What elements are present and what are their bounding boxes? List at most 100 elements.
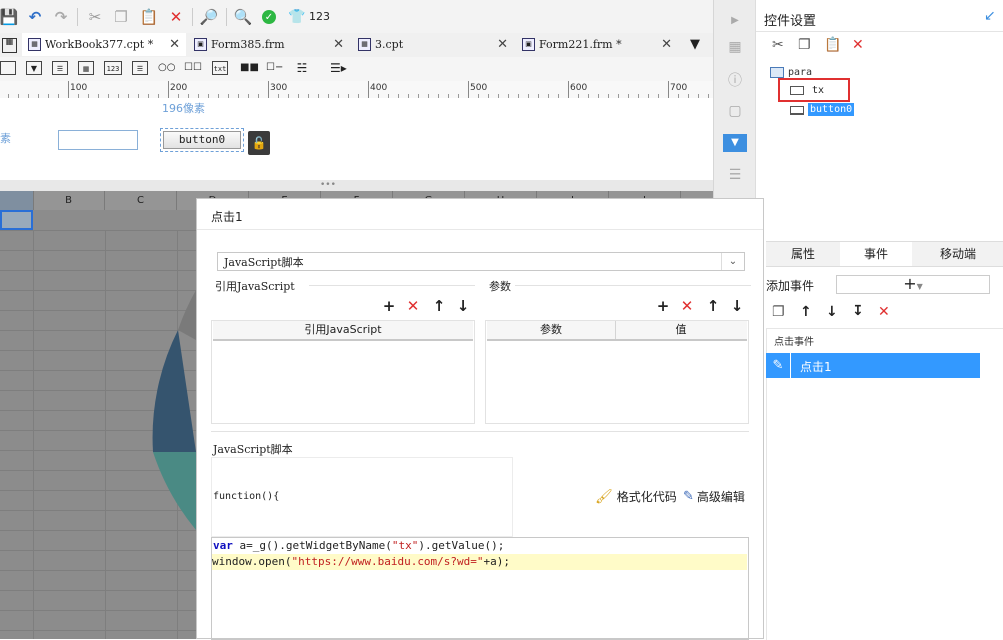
undo-icon[interactable]: ↶ [26, 8, 44, 26]
tab-form385[interactable]: ▣ Form385.frm ✕ [190, 33, 350, 56]
format-code-label: 格式化代码 [616, 490, 677, 504]
close-icon[interactable]: ✕ [661, 37, 672, 52]
tab-workbook377[interactable]: ▦ WorkBook377.cpt * ✕ [22, 33, 186, 56]
ruler-label: 200 [170, 83, 188, 93]
text-widget-icon[interactable]: txt [212, 61, 228, 75]
cut-icon[interactable]: ✂ [86, 8, 104, 26]
add-icon[interactable]: + [655, 297, 671, 315]
preview-icon[interactable]: 🔎 [200, 8, 219, 26]
chart-slice [178, 290, 196, 340]
tab-label: WorkBook377.cpt * [45, 38, 154, 51]
copy-icon[interactable]: ❐ [112, 8, 130, 26]
panel-title: 控件设置 [764, 14, 817, 29]
tree-node-tx[interactable]: tx [812, 85, 824, 96]
selected-cell[interactable] [0, 210, 33, 230]
radio-widget-icon[interactable]: ○○ [158, 61, 175, 75]
delete-event-icon[interactable]: ✕ [878, 304, 890, 320]
tx-textbox[interactable] [58, 130, 138, 150]
remove-icon[interactable]: ✕ [405, 297, 421, 315]
delete-icon[interactable]: ✕ [167, 8, 185, 26]
paste-icon[interactable]: 📋 [140, 8, 159, 26]
copy-icon[interactable]: ❐ [772, 304, 785, 320]
move-up-icon[interactable]: ↑ [705, 297, 721, 315]
delete-icon[interactable]: ✕ [852, 37, 864, 53]
ruler-major-tick [368, 81, 369, 98]
label-widget-icon[interactable] [0, 61, 16, 75]
number-widget-icon[interactable]: 123 [104, 61, 122, 75]
move-up-icon[interactable]: ↑ [431, 297, 447, 315]
textarea-widget-icon[interactable]: ☰ [132, 61, 148, 75]
check-widget-icon[interactable]: ☐☐ [184, 61, 202, 75]
brush-icon: 🖌 [595, 488, 613, 505]
tab-events[interactable]: 事件 [840, 242, 912, 266]
ruler-major-tick [268, 81, 269, 98]
date-widget-icon[interactable]: ▦ [78, 61, 94, 75]
widget-settings-icon[interactable]: ▼ [723, 134, 747, 152]
close-icon[interactable]: ✕ [497, 37, 508, 52]
ref-js-table-header: 引用JavaScript [213, 321, 473, 341]
column-header-a[interactable] [0, 191, 34, 210]
layout-icon[interactable]: ▦ [726, 38, 744, 56]
grid-doc-icon: ▦ [358, 38, 371, 51]
move-up-icon[interactable]: ↑ [800, 304, 812, 320]
ruler: 100 200 300 400 500 600 700 [0, 81, 713, 99]
info-icon[interactable]: ⓘ [726, 72, 744, 90]
list-widget-icon[interactable]: ☰ [52, 61, 68, 75]
tshirt-icon[interactable]: 👕 [288, 8, 306, 26]
more-widgets-icon[interactable]: ☰▸ [330, 61, 347, 75]
button-group-icon[interactable]: ■■ [240, 61, 259, 75]
save-icon[interactable]: 💾 [0, 8, 18, 26]
move-bottom-icon[interactable]: ↧ [852, 303, 864, 319]
cut-icon[interactable]: ✂ [772, 37, 784, 53]
combo-widget-icon[interactable]: ▼ [26, 61, 42, 75]
frame-icon[interactable]: ▢ [726, 102, 744, 120]
toggle-widget-icon[interactable]: ☐− [266, 61, 283, 75]
ruler-label: 700 [670, 83, 688, 93]
grid-doc-icon: ▦ [28, 38, 41, 51]
search-doc-icon[interactable]: 🔍 [234, 8, 253, 26]
column-header[interactable]: B [33, 191, 105, 210]
tab-3cpt[interactable]: ▦ 3.cpt ✕ [354, 33, 514, 56]
chevron-down-icon[interactable]: ⌄ [721, 253, 744, 270]
copy-icon[interactable]: ❐ [798, 37, 811, 53]
remove-icon[interactable]: ✕ [679, 297, 695, 315]
check-icon[interactable]: ✓ [262, 10, 276, 24]
dialog-title: 点击1 [211, 210, 243, 224]
paste-icon[interactable]: 📋 [824, 37, 841, 53]
unlock-icon[interactable]: 🔓 [248, 131, 270, 155]
move-down-icon[interactable]: ↓ [826, 304, 838, 320]
script-type-select[interactable]: JavaScript脚本 ⌄ [217, 252, 745, 271]
tab-mobile[interactable]: 移动端 [918, 242, 998, 266]
tab-properties[interactable]: 属性 [766, 242, 840, 266]
ref-js-column: 引用JavaScript [304, 323, 382, 336]
move-down-icon[interactable]: ↓ [729, 297, 745, 315]
close-icon[interactable]: ✕ [333, 37, 344, 52]
add-event-dropdown[interactable]: +▼ [836, 275, 990, 294]
move-down-icon[interactable]: ↓ [455, 297, 471, 315]
grid-menu-icon[interactable]: ▦ [2, 38, 17, 53]
tree-node-para[interactable]: para [788, 67, 812, 78]
collapse-arrow-icon[interactable]: ▶ [726, 12, 744, 30]
tree-widget-icon[interactable]: ☵ [294, 61, 310, 75]
close-icon[interactable]: ✕ [169, 37, 180, 52]
ruler-label: 500 [470, 83, 488, 93]
add-icon[interactable]: + [381, 297, 397, 315]
advanced-edit-button[interactable]: ✎ 高级编辑 [683, 488, 745, 505]
ruler-label: 100 [70, 83, 88, 93]
size-hint: 196像素 [162, 102, 205, 115]
button-icon [790, 106, 804, 115]
param-value-column: 值 [675, 323, 687, 336]
tree-node-button0[interactable]: button0 [808, 103, 855, 116]
button0-widget[interactable]: button0 [163, 131, 241, 149]
form-doc-icon: ▣ [194, 38, 207, 51]
collapse-icon[interactable]: ↙ [984, 8, 996, 24]
event-item-click1[interactable]: ✎ 点击1 [766, 353, 980, 378]
format-code-button[interactable]: 🖌 格式化代码 [595, 488, 677, 505]
grid-lines [0, 230, 200, 639]
stack-icon[interactable]: ☰ [726, 166, 744, 184]
tab-form221[interactable]: ▣ Form221.frm * ✕ [518, 33, 678, 56]
panel-divider[interactable]: ••• [0, 180, 713, 191]
column-header[interactable]: C [105, 191, 177, 210]
redo-icon[interactable]: ↷ [52, 8, 70, 26]
tab-menu-icon[interactable]: ▼ [690, 37, 700, 52]
